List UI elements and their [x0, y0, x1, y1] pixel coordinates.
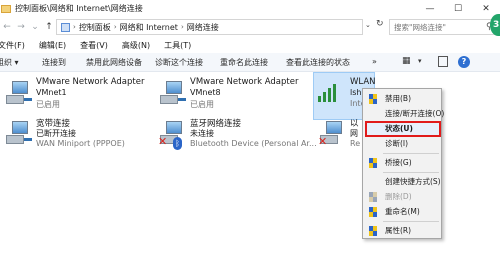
refresh-icon[interactable]: ↻: [376, 19, 384, 29]
preview-pane-icon[interactable]: [438, 56, 448, 67]
maximize-button[interactable]: ☐: [444, 0, 472, 17]
connection-status: 已启用: [36, 100, 60, 109]
bluetooth-icon: ᛒ: [173, 137, 182, 150]
up-button[interactable]: ↑: [42, 22, 56, 32]
connection-device: Bluetooth Device (Personal Ar...: [190, 139, 317, 148]
diagnose-connection-button[interactable]: 诊断这个连接: [155, 57, 203, 68]
uac-shield-icon: [369, 207, 378, 217]
address-dropdown-icon[interactable]: ⌄: [365, 21, 371, 29]
disconnected-x-icon: ✕: [158, 135, 168, 148]
forward-button[interactable]: →: [14, 22, 28, 32]
menu-edit[interactable]: 编辑(E): [39, 40, 66, 51]
network-adapter-icon: [4, 81, 32, 105]
menu-view[interactable]: 查看(V): [80, 40, 108, 51]
menu-separator: [383, 153, 439, 154]
help-icon[interactable]: ?: [458, 56, 470, 68]
back-button[interactable]: ←: [0, 22, 14, 32]
connection-network: VMnet8: [190, 88, 221, 97]
menu-item-label: 属性(R): [385, 226, 412, 235]
search-input[interactable]: [394, 22, 482, 32]
connection-network: VMnet1: [36, 88, 67, 97]
connection-device: Re: [350, 139, 361, 148]
breadcrumb-separator: ›: [113, 23, 117, 31]
menu-item-label: 重命名(M): [385, 207, 420, 216]
window-title: 控制面板\网络和 Internet\网络连接: [15, 4, 143, 13]
menu-tools[interactable]: 工具(T): [164, 40, 191, 51]
connection-device: WAN Miniport (PPPOE): [36, 139, 125, 148]
menu-item-diagnose[interactable]: 诊断(I): [363, 137, 441, 151]
menu-item-bridge[interactable]: 桥接(G): [363, 156, 441, 170]
search-box[interactable]: ⚲: [389, 19, 500, 35]
breadcrumb-control-panel[interactable]: 控制面板: [79, 22, 111, 33]
menu-item-label: 诊断(I): [385, 139, 409, 148]
view-dropdown-icon[interactable]: ▾: [418, 57, 422, 65]
menu-item-delete: 删除(D): [363, 190, 441, 204]
menu-item-connect-disconnect[interactable]: 连接/断开连接(O): [363, 107, 445, 121]
command-bar: 组织 ▾ 连接到 禁用此网络设备 诊断这个连接 重命名此连接 查看此连接的状态 …: [0, 53, 500, 72]
view-status-button[interactable]: 查看此连接的状态: [286, 57, 350, 68]
breadcrumb-network-connections[interactable]: 网络连接: [187, 22, 219, 33]
menu-item-properties[interactable]: 属性(R): [363, 224, 441, 238]
menu-separator: [383, 221, 439, 222]
title-bar: 控制面板\网络和 Internet\网络连接 — ☐ ✕: [0, 0, 500, 17]
menu-item-label: 创建快捷方式(S): [385, 177, 441, 186]
connection-name: VMware Network Adapter: [190, 77, 299, 87]
menu-item-label: 状态(U): [385, 124, 413, 133]
connection-name: WLAN: [350, 77, 376, 87]
uac-shield-icon: [369, 226, 378, 236]
uac-shield-icon: [369, 158, 378, 168]
menu-separator: [383, 172, 439, 173]
view-options-icon[interactable]: ▦: [402, 56, 411, 66]
address-bar[interactable]: › 控制面板 › 网络和 Internet › 网络连接: [56, 19, 363, 35]
menu-item-label: 连接/断开连接(O): [385, 109, 445, 118]
connection-status: 已启用: [190, 100, 214, 109]
window-controls: — ☐ ✕: [416, 0, 500, 17]
uac-shield-icon: [369, 94, 378, 104]
connection-name: VMware Network Adapter: [36, 77, 145, 87]
connection-status: 已断开连接: [36, 129, 76, 138]
menu-item-status[interactable]: 状态(U): [363, 122, 441, 136]
network-adapter-icon: [158, 81, 186, 105]
folder-icon: [1, 4, 11, 13]
menu-item-rename[interactable]: 重命名(M): [363, 205, 441, 219]
wifi-signal-icon: [318, 82, 342, 102]
menu-advanced[interactable]: 高级(N): [122, 40, 150, 51]
rename-connection-button[interactable]: 重命名此连接: [220, 57, 268, 68]
step-badge: 3: [490, 14, 500, 36]
connection-status: 未连接: [190, 129, 214, 138]
disable-device-button[interactable]: 禁用此网络设备: [86, 57, 142, 68]
control-panel-icon: [61, 22, 70, 32]
context-menu: 禁用(B) 连接/断开连接(O) 状态(U) 诊断(I) 桥接(G) 创建快捷方…: [362, 88, 445, 239]
menu-item-label: 删除(D): [385, 192, 412, 201]
connect-to-button[interactable]: 连接到: [42, 57, 66, 68]
more-commands-button[interactable]: »: [372, 57, 377, 66]
menu-bar: 文件(F) 编辑(E) 查看(V) 高级(N) 工具(T): [0, 38, 500, 52]
network-adapter-icon: [4, 121, 32, 145]
menu-item-create-shortcut[interactable]: 创建快捷方式(S): [363, 175, 441, 189]
minimize-button[interactable]: —: [416, 0, 444, 17]
menu-item-disable[interactable]: 禁用(B): [363, 92, 441, 106]
address-row: ← → ⌄ ↑ › 控制面板 › 网络和 Internet › 网络连接 ⌄ ↻…: [0, 17, 500, 37]
menu-item-label: 桥接(G): [385, 158, 412, 167]
disconnected-x-icon: ✕: [318, 135, 328, 148]
menu-item-label: 禁用(B): [385, 94, 411, 103]
menu-file[interactable]: 文件(F): [0, 40, 25, 51]
breadcrumb-network-internet[interactable]: 网络和 Internet: [120, 22, 178, 33]
organize-button[interactable]: 组织 ▾: [0, 57, 19, 68]
uac-shield-icon: [369, 192, 378, 202]
breadcrumb-separator: ›: [180, 23, 184, 31]
history-dropdown-icon[interactable]: ⌄: [28, 22, 42, 32]
connection-status: 网: [350, 129, 358, 138]
breadcrumb-separator: ›: [73, 23, 76, 31]
connection-network: lsh: [350, 88, 362, 97]
